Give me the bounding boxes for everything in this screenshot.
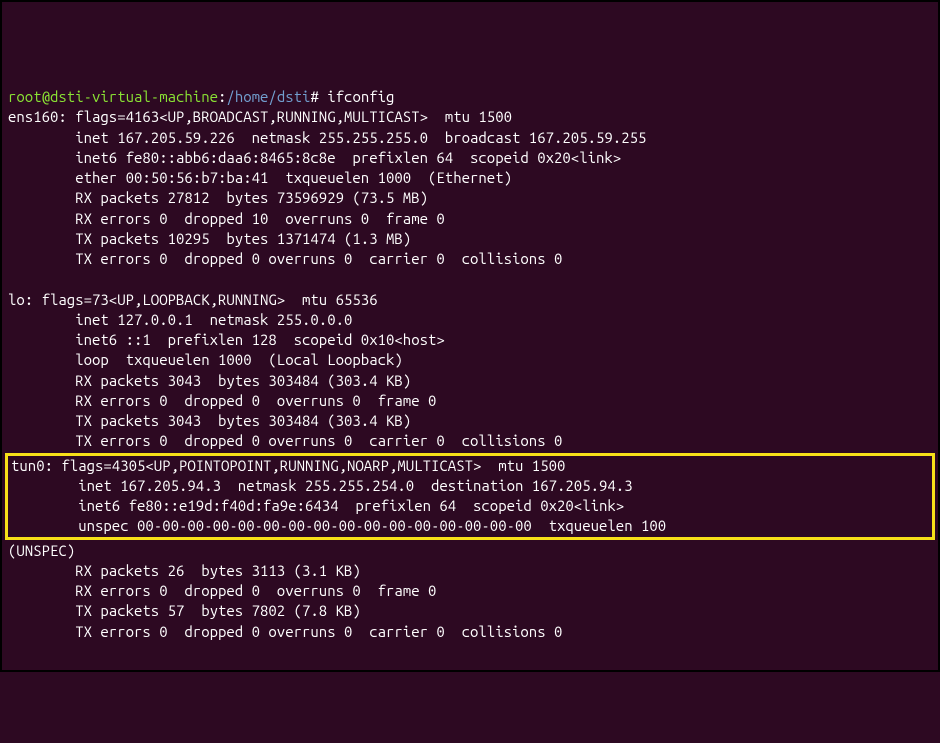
ens160-tx-packets-line: TX packets 10295 bytes 1371474 (1.3 MB) bbox=[8, 230, 411, 247]
tun0-rx-errors-line: RX errors 0 dropped 0 overruns 0 frame 0 bbox=[8, 582, 436, 599]
tun0-inet6-line: inet6 fe80::e19d:f40d:fa9e:6434 prefixle… bbox=[11, 497, 624, 514]
ens160-tx-errors-line: TX errors 0 dropped 0 overruns 0 carrier… bbox=[8, 250, 562, 267]
tun0-tx-packets-line: TX packets 57 bytes 7802 (7.8 KB) bbox=[8, 602, 361, 619]
ens160-ether-line: ether 00:50:56:b7:ba:41 txqueuelen 1000 … bbox=[8, 169, 512, 186]
terminal-output[interactable]: root@dsti-virtual-machine:/home/dsti# if… bbox=[8, 87, 932, 642]
lo-tx-errors-line: TX errors 0 dropped 0 overruns 0 carrier… bbox=[8, 432, 562, 449]
ens160-inet6-line: inet6 fe80::abb6:daa6:8465:8c8e prefixle… bbox=[8, 149, 621, 166]
tun0-inet-line: inet 167.205.94.3 netmask 255.255.254.0 … bbox=[11, 477, 633, 494]
prompt-path: /home/dsti bbox=[226, 88, 310, 105]
tun0-highlight-box: tun0: flags=4305<UP,POINTOPOINT,RUNNING,… bbox=[5, 453, 935, 540]
lo-rx-packets-line: RX packets 3043 bytes 303484 (303.4 KB) bbox=[8, 372, 411, 389]
ens160-inet-line: inet 167.205.59.226 netmask 255.255.255.… bbox=[8, 129, 646, 146]
ens160-rx-packets-line: RX packets 27812 bytes 73596929 (73.5 MB… bbox=[8, 189, 428, 206]
command-text: ifconfig bbox=[327, 88, 394, 105]
prompt-hash: # bbox=[310, 88, 318, 105]
lo-flags-line: lo: flags=73<UP,LOOPBACK,RUNNING> mtu 65… bbox=[8, 291, 378, 308]
lo-rx-errors-line: RX errors 0 dropped 0 overruns 0 frame 0 bbox=[8, 392, 436, 409]
prompt-line: root@dsti-virtual-machine:/home/dsti# if… bbox=[8, 88, 394, 105]
tun0-rx-packets-line: RX packets 26 bytes 3113 (3.1 KB) bbox=[8, 562, 361, 579]
lo-loop-line: loop txqueuelen 1000 (Local Loopback) bbox=[8, 351, 403, 368]
tun0-flags-line: tun0: flags=4305<UP,POINTOPOINT,RUNNING,… bbox=[11, 457, 565, 474]
tun0-unspec-wrap-line: (UNSPEC) bbox=[8, 542, 75, 559]
tun0-tx-errors-line: TX errors 0 dropped 0 overruns 0 carrier… bbox=[8, 623, 562, 640]
prompt-user-host: root@dsti-virtual-machine bbox=[8, 88, 218, 105]
ens160-rx-errors-line: RX errors 0 dropped 10 overruns 0 frame … bbox=[8, 210, 445, 227]
ens160-flags-line: ens160: flags=4163<UP,BROADCAST,RUNNING,… bbox=[8, 108, 512, 125]
lo-inet6-line: inet6 ::1 prefixlen 128 scopeid 0x10<hos… bbox=[8, 331, 445, 348]
tun0-unspec-line: unspec 00-00-00-00-00-00-00-00-00-00-00-… bbox=[11, 517, 666, 534]
lo-tx-packets-line: TX packets 3043 bytes 303484 (303.4 KB) bbox=[8, 412, 411, 429]
lo-inet-line: inet 127.0.0.1 netmask 255.0.0.0 bbox=[8, 311, 352, 328]
